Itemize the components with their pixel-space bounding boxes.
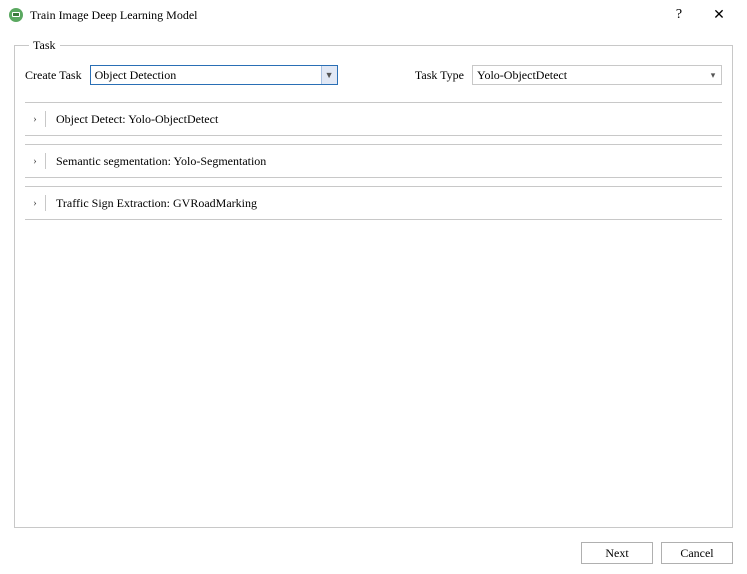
task-type-value: Yolo-ObjectDetect (473, 66, 705, 84)
chevron-right-icon: › (25, 197, 45, 209)
task-item-traffic-sign[interactable]: › Traffic Sign Extraction: GVRoadMarking (25, 186, 722, 220)
close-icon: ✕ (713, 7, 725, 24)
next-button[interactable]: Next (581, 542, 653, 564)
task-type-dropdown[interactable]: Yolo-ObjectDetect ▾ (472, 65, 722, 85)
task-item-label: Object Detect: Yolo-ObjectDetect (56, 112, 218, 127)
task-item-label: Traffic Sign Extraction: GVRoadMarking (56, 196, 257, 211)
task-item-semantic-segmentation[interactable]: › Semantic segmentation: Yolo-Segmentati… (25, 144, 722, 178)
create-task-value: Object Detection (91, 66, 321, 84)
item-separator (45, 195, 46, 211)
task-legend: Task (29, 38, 60, 53)
chevron-right-icon: › (25, 113, 45, 125)
item-separator (45, 153, 46, 169)
cancel-button[interactable]: Cancel (661, 542, 733, 564)
task-item-label: Semantic segmentation: Yolo-Segmentation (56, 154, 266, 169)
chevron-down-icon: ▼ (321, 66, 337, 84)
next-button-label: Next (605, 546, 628, 561)
help-icon: ? (676, 7, 682, 23)
chevron-down-icon: ▾ (705, 66, 721, 84)
cancel-button-label: Cancel (680, 546, 713, 561)
window-title: Train Image Deep Learning Model (30, 8, 659, 23)
item-separator (45, 111, 46, 127)
footer: Next Cancel (581, 542, 733, 564)
titlebar: Train Image Deep Learning Model ? ✕ (0, 0, 747, 30)
task-group: Task Create Task Object Detection ▼ Task… (14, 38, 733, 528)
task-item-object-detect[interactable]: › Object Detect: Yolo-ObjectDetect (25, 102, 722, 136)
create-task-label: Create Task (25, 68, 82, 83)
task-controls-row: Create Task Object Detection ▼ Task Type… (25, 65, 722, 85)
app-icon (8, 7, 24, 23)
task-type-label: Task Type (415, 68, 464, 83)
close-button[interactable]: ✕ (699, 1, 739, 29)
chevron-right-icon: › (25, 155, 45, 167)
create-task-dropdown[interactable]: Object Detection ▼ (90, 65, 338, 85)
help-button[interactable]: ? (659, 1, 699, 29)
